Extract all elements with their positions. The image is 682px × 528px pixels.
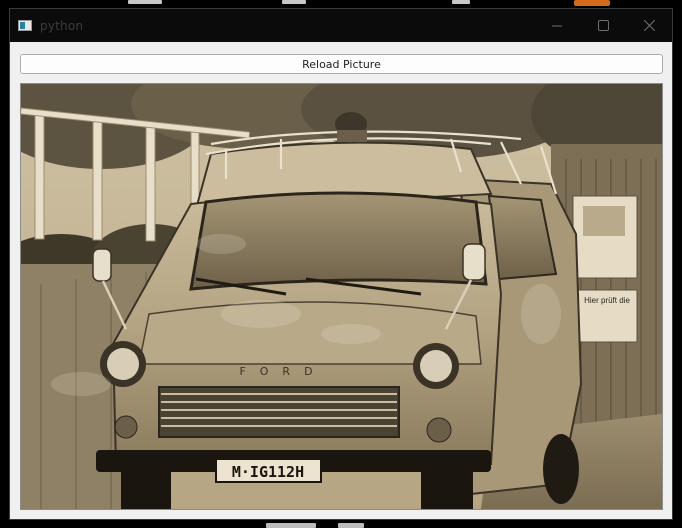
taskbar-item-active[interactable] bbox=[574, 0, 610, 6]
taskbar-item[interactable] bbox=[128, 0, 162, 4]
taskbar-item[interactable] bbox=[338, 523, 364, 528]
close-button[interactable] bbox=[626, 9, 672, 42]
van-photo: Hier prüft die FORD M·IG112H bbox=[21, 84, 662, 509]
taskbar-item[interactable] bbox=[266, 523, 316, 528]
minimize-icon bbox=[552, 25, 562, 26]
minimize-button[interactable] bbox=[534, 9, 580, 42]
maximize-icon bbox=[597, 20, 609, 31]
beacon-base bbox=[337, 130, 367, 142]
grille-brand: FORD bbox=[239, 365, 326, 378]
window-controls bbox=[534, 9, 672, 42]
left-mirror bbox=[92, 248, 112, 282]
taskbar-item[interactable] bbox=[452, 0, 470, 4]
python-app-icon bbox=[18, 20, 32, 31]
taskbar-item[interactable] bbox=[282, 0, 306, 4]
desktop: python Reload Picture Hier prüft die FOR… bbox=[0, 0, 682, 528]
right-indicator bbox=[426, 417, 452, 443]
right-headlight bbox=[420, 350, 452, 382]
picture-display: Hier prüft die FORD M·IG112H bbox=[20, 83, 663, 510]
title-bar[interactable]: python bbox=[10, 9, 672, 42]
close-icon bbox=[643, 20, 655, 31]
front-right-tire bbox=[421, 472, 473, 509]
window-title: python bbox=[40, 18, 84, 33]
license-plate-text: M·IG112H bbox=[232, 463, 304, 481]
maximize-button[interactable] bbox=[580, 9, 626, 42]
left-headlight bbox=[107, 348, 139, 380]
left-indicator bbox=[114, 415, 138, 439]
reload-picture-button[interactable]: Reload Picture bbox=[20, 54, 663, 74]
sign-text: Hier prüft die bbox=[584, 296, 630, 305]
rear-tire bbox=[543, 434, 579, 504]
right-mirror bbox=[462, 243, 486, 281]
app-window: python Reload Picture Hier prüft die FOR… bbox=[9, 8, 673, 520]
front-left-tire bbox=[121, 472, 171, 509]
window-content: Reload Picture Hier prüft die FORD M·IG1… bbox=[10, 42, 672, 519]
poster-image bbox=[583, 206, 625, 236]
